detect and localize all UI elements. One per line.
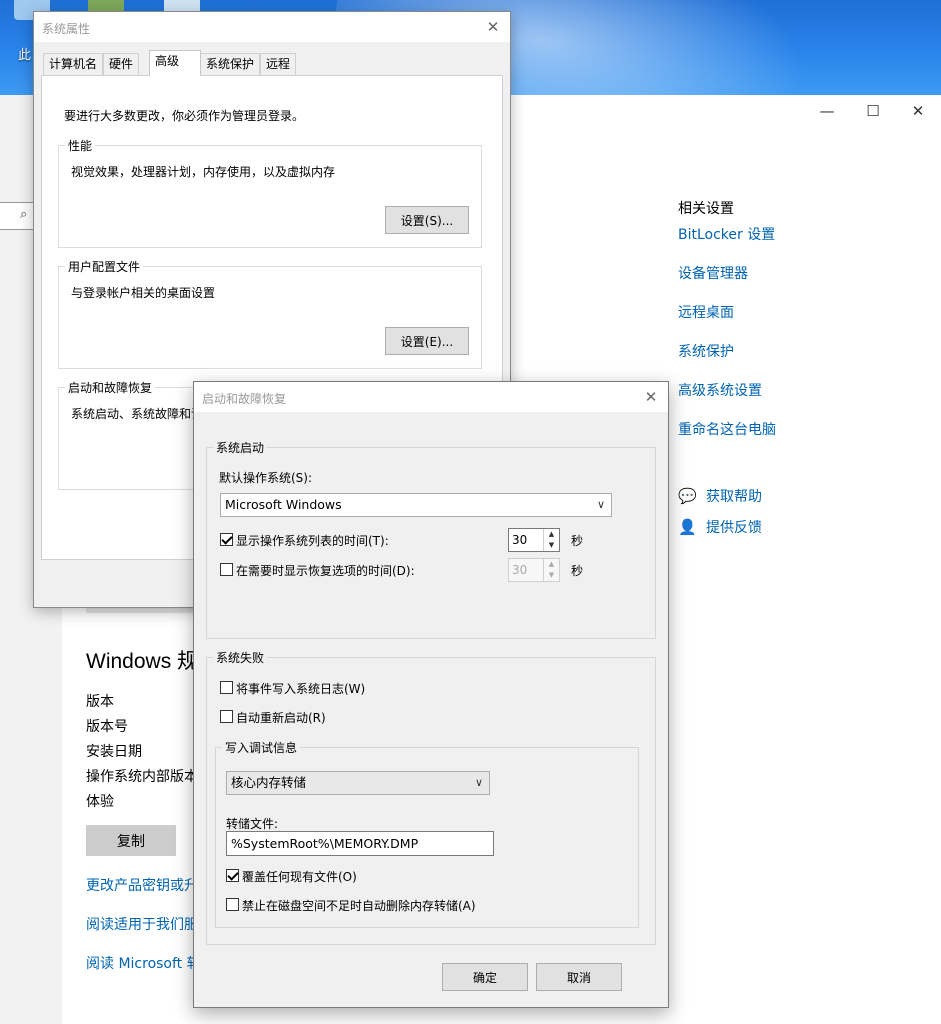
overwrite-checkbox[interactable] — [226, 869, 239, 882]
recovery-unit: 秒 — [571, 564, 584, 578]
desktop-icon-label: 此 — [18, 48, 32, 63]
minimize-button[interactable]: — — [812, 101, 842, 121]
spin-down-icon: ▼ — [548, 571, 555, 579]
spec-os-build-label: 操作系统内部版本 — [86, 769, 198, 785]
service-agreement-link[interactable]: 阅读适用于我们服 — [86, 914, 198, 934]
show-os-list-label: 显示操作系统列表的时间(T): — [236, 534, 389, 548]
link-rename-pc[interactable]: 重命名这台电脑 — [678, 419, 776, 439]
related-settings-title: 相关设置 — [678, 201, 734, 217]
ok-button[interactable]: 确定 — [442, 963, 528, 991]
recovery-seconds-value: 30 — [512, 563, 528, 577]
performance-legend: 性能 — [65, 137, 96, 154]
link-system-protection[interactable]: 系统保护 — [678, 341, 734, 361]
default-os-select[interactable]: Microsoft Windows ∨ — [220, 493, 612, 517]
dump-file-label: 转储文件: — [226, 817, 279, 831]
get-help-link[interactable]: 💬 获取帮助 — [678, 486, 762, 506]
show-recovery-label: 在需要时显示恢复选项的时间(D): — [236, 564, 415, 578]
auto-restart-checkbox[interactable] — [220, 710, 233, 723]
get-help-label: 获取帮助 — [706, 489, 762, 505]
default-os-value: Microsoft Windows — [225, 497, 342, 512]
dialog-titlebar[interactable]: 系统属性 ✕ — [34, 12, 510, 42]
tab-system-protection[interactable]: 系统保护 — [200, 53, 261, 75]
spin-up-icon[interactable]: ▲ — [544, 529, 559, 540]
show-recovery-checkbox[interactable] — [220, 563, 233, 576]
write-event-checkbox[interactable] — [220, 681, 233, 694]
link-remote-desktop[interactable]: 远程桌面 — [678, 302, 734, 322]
spinner-arrows[interactable]: ▲ ▼ — [543, 529, 559, 551]
user-profiles-settings-button[interactable]: 设置(E)... — [385, 327, 469, 355]
spin-up-icon: ▲ — [548, 560, 555, 568]
show-os-list-checkbox[interactable] — [220, 533, 233, 546]
debug-info-group: 写入调试信息 核心内存转储 ∨ 转储文件: %SystemRoot%\MEMOR… — [215, 739, 639, 928]
change-product-key-link[interactable]: 更改产品密钥或升 — [86, 875, 198, 895]
dump-type-select[interactable]: 核心内存转储 ∨ — [226, 771, 490, 795]
link-device-manager[interactable]: 设备管理器 — [678, 263, 748, 283]
system-failure-legend: 系统失败 — [213, 649, 268, 666]
tab-remote[interactable]: 远程 — [260, 53, 297, 75]
startup-dialog-titlebar[interactable]: 启动和故障恢复 ✕ — [194, 382, 668, 412]
dump-file-input[interactable]: %SystemRoot%\MEMORY.DMP — [226, 831, 494, 856]
feedback-person-icon: 👤 — [678, 518, 697, 536]
os-list-unit: 秒 — [571, 534, 584, 548]
tab-advanced[interactable]: 高级 — [149, 50, 201, 76]
performance-settings-button[interactable]: 设置(S)... — [385, 206, 469, 234]
startup-recovery-dialog: 启动和故障恢复 ✕ 系统启动 默认操作系统(S): Microsoft Wind… — [193, 381, 669, 1008]
spec-install-date-label: 安装日期 — [86, 744, 142, 760]
startup-dialog-title: 启动和故障恢复 — [202, 392, 287, 406]
chevron-down-icon: ∨ — [474, 776, 483, 789]
system-startup-group: 系统启动 默认操作系统(S): Microsoft Windows ∨ 显示操作… — [206, 439, 656, 639]
search-icon: ⌕ — [20, 207, 28, 222]
chevron-down-icon: ∨ — [596, 498, 605, 511]
spec-version-label: 版本号 — [86, 719, 128, 735]
admin-note: 要进行大多数更改，你必须作为管理员登录。 — [64, 109, 305, 123]
spec-edition-label: 版本 — [86, 694, 114, 710]
close-icon[interactable]: ✕ — [482, 16, 504, 38]
feedback-link[interactable]: 👤 提供反馈 — [678, 517, 762, 537]
spinner-arrows-disabled: ▲ ▼ — [543, 559, 559, 581]
disable-auto-delete-checkbox[interactable] — [226, 898, 239, 911]
default-os-label: 默认操作系统(S): — [219, 471, 313, 485]
startup-recovery-desc: 系统启动、系统故障和调 — [71, 407, 204, 421]
system-startup-legend: 系统启动 — [213, 439, 268, 456]
close-window-button[interactable]: ✕ — [903, 101, 933, 121]
tab-hardware[interactable]: 硬件 — [103, 53, 140, 75]
spin-down-icon[interactable]: ▼ — [544, 540, 559, 551]
spec-experience-label: 体验 — [86, 794, 114, 810]
maximize-button[interactable]: ☐ — [858, 101, 888, 121]
user-profiles-legend: 用户配置文件 — [65, 258, 144, 275]
link-advanced-system-settings[interactable]: 高级系统设置 — [678, 380, 762, 400]
windows-spec-title: Windows 规 — [86, 650, 199, 673]
system-failure-group: 系统失败 将事件写入系统日志(W) 自动重新启动(R) 写入调试信息 核心内存转… — [206, 649, 656, 945]
performance-desc: 视觉效果，处理器计划，内存使用，以及虚拟内存 — [71, 165, 336, 179]
link-bitlocker[interactable]: BitLocker 设置 — [678, 224, 775, 244]
startup-recovery-legend: 启动和故障恢复 — [65, 379, 156, 396]
os-list-seconds-value: 30 — [512, 533, 528, 547]
auto-restart-label: 自动重新启动(R) — [236, 711, 326, 725]
dialog-title: 系统属性 — [42, 22, 91, 36]
os-list-seconds-spinner[interactable]: 30 ▲ ▼ — [508, 528, 560, 552]
user-profiles-desc: 与登录帐户相关的桌面设置 — [71, 286, 216, 300]
help-chat-icon: 💬 — [678, 487, 697, 505]
debug-info-legend: 写入调试信息 — [222, 739, 301, 756]
dump-type-value: 核心内存转储 — [231, 775, 307, 790]
user-profiles-group: 用户配置文件 与登录帐户相关的桌面设置 设置(E)... — [58, 258, 482, 369]
performance-group: 性能 视觉效果，处理器计划，内存使用，以及虚拟内存 设置(S)... — [58, 137, 482, 248]
tab-computer-name[interactable]: 计算机名 — [43, 53, 104, 75]
copy-button[interactable]: 复制 — [86, 825, 176, 856]
write-event-label: 将事件写入系统日志(W) — [236, 682, 366, 696]
feedback-label: 提供反馈 — [706, 520, 762, 536]
recovery-seconds-spinner: 30 ▲ ▼ — [508, 558, 560, 582]
cancel-button[interactable]: 取消 — [536, 963, 622, 991]
license-terms-link[interactable]: 阅读 Microsoft 软 — [86, 953, 201, 973]
disable-auto-delete-label: 禁止在磁盘空间不足时自动删除内存转储(A) — [242, 899, 476, 913]
startup-close-icon[interactable]: ✕ — [640, 386, 662, 408]
overwrite-label: 覆盖任何现有文件(O) — [242, 870, 357, 884]
